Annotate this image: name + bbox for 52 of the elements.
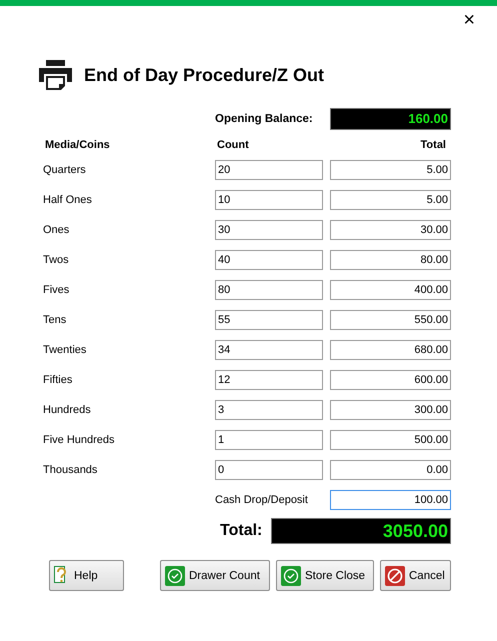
total-field[interactable]: 5.00 bbox=[330, 190, 451, 210]
confirm-button[interactable]: Drawer Count bbox=[160, 560, 270, 591]
column-header: Count bbox=[216, 139, 250, 151]
total-field[interactable]: 400.00 bbox=[330, 280, 451, 300]
grand-total-display: 3050.00 bbox=[271, 518, 451, 544]
media-label: Thousands bbox=[43, 464, 98, 476]
count-field[interactable]: 30 bbox=[215, 220, 323, 240]
help-button[interactable]: Help bbox=[49, 560, 124, 591]
column-header: Media/Coins bbox=[44, 139, 111, 151]
total-field[interactable]: 680.00 bbox=[330, 340, 451, 360]
media-label: Hundreds bbox=[43, 404, 92, 416]
media-label: Ones bbox=[43, 224, 70, 236]
total-field[interactable]: 0.00 bbox=[330, 460, 451, 480]
opening-balance-display: 160.00 bbox=[330, 108, 451, 130]
total-field[interactable]: 500.00 bbox=[330, 430, 451, 450]
count-field[interactable]: 0 bbox=[215, 460, 323, 480]
count-field[interactable]: 10 bbox=[215, 190, 323, 210]
total-field[interactable]: 300.00 bbox=[330, 400, 451, 420]
count-field[interactable]: 80 bbox=[215, 280, 323, 300]
dialog-title: End of Day Procedure/Z Out bbox=[84, 64, 324, 86]
cancel-button[interactable]: Cancel bbox=[380, 560, 451, 591]
total-field[interactable]: 600.00 bbox=[330, 370, 451, 390]
cancel-icon bbox=[385, 566, 405, 586]
total-field[interactable]: 30.00 bbox=[330, 220, 451, 240]
total-field[interactable]: 80.00 bbox=[330, 250, 451, 270]
media-label: Fives bbox=[43, 284, 70, 296]
media-label: Twos bbox=[43, 254, 70, 266]
cash-drop-label: Cash Drop/Deposit bbox=[215, 494, 309, 506]
confirm-button[interactable]: Store Close bbox=[276, 560, 374, 591]
check-icon bbox=[281, 566, 301, 586]
opening-balance-label: Opening Balance: bbox=[215, 113, 314, 125]
total-label: Total: bbox=[219, 522, 264, 540]
printer-icon bbox=[39, 60, 72, 90]
count-field[interactable]: 3 bbox=[215, 400, 323, 420]
media-label: Five Hundreds bbox=[43, 434, 116, 446]
count-field[interactable]: 55 bbox=[215, 310, 323, 330]
total-field[interactable]: 5.00 bbox=[330, 160, 451, 180]
column-header: Total bbox=[420, 139, 447, 151]
media-label: Half Ones bbox=[43, 194, 93, 206]
close-button[interactable]: × bbox=[463, 10, 475, 30]
count-field[interactable]: 12 bbox=[215, 370, 323, 390]
count-field[interactable]: 40 bbox=[215, 250, 323, 270]
media-label: Twenties bbox=[43, 344, 88, 356]
count-field[interactable]: 1 bbox=[215, 430, 323, 450]
count-field[interactable]: 34 bbox=[215, 340, 323, 360]
check-icon bbox=[165, 566, 185, 586]
total-field[interactable]: 550.00 bbox=[330, 310, 451, 330]
cash-drop-field[interactable]: 100.00 bbox=[330, 490, 451, 510]
count-field[interactable]: 20 bbox=[215, 160, 323, 180]
media-label: Tens bbox=[43, 314, 68, 326]
media-label: Fifties bbox=[43, 374, 74, 386]
media-label: Quarters bbox=[43, 164, 87, 176]
